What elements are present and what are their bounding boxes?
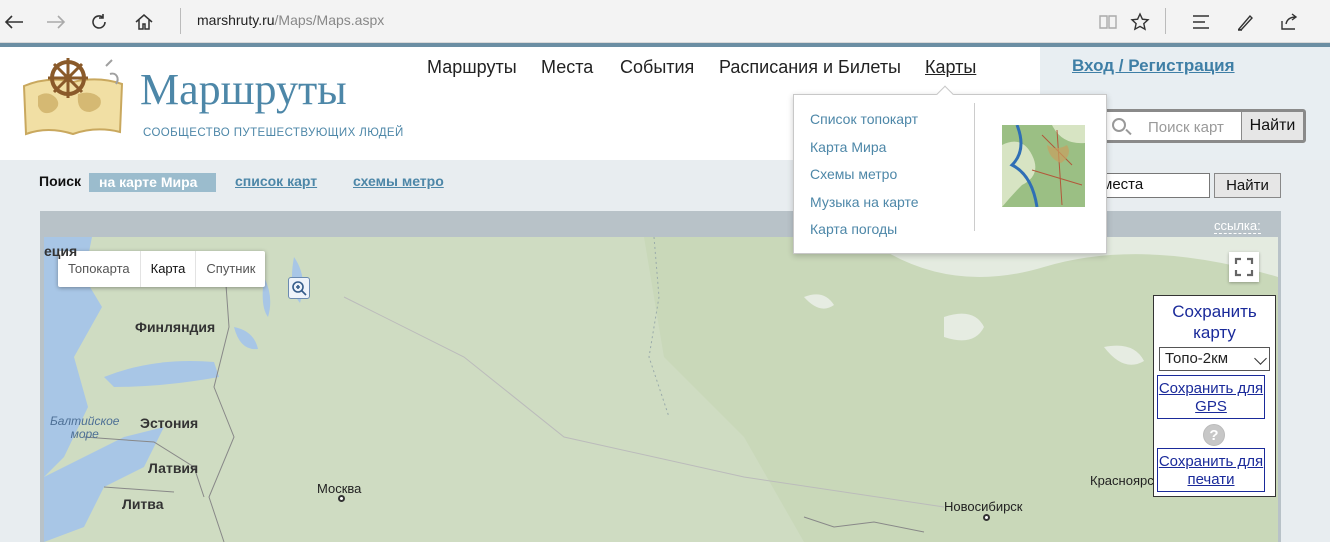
logo-text[interactable]: Маршруты [140,64,347,115]
map-layer-select[interactable]: Топо-2км [1159,347,1270,371]
map-link[interactable]: ссылка: [1214,218,1261,234]
fullscreen-icon[interactable] [1229,252,1259,282]
zoom-area-icon[interactable] [288,277,310,299]
baltic-sea-line-2: море [70,427,99,441]
map-label-novosibirsk: Новосибирск [944,499,1023,514]
toolbar-divider [180,8,181,34]
novosibirsk-city-marker [983,514,990,521]
dropdown-divider [974,103,975,231]
menu-item-places[interactable]: Места [541,57,593,78]
map-type-switcher: Топокарта Карта Спутник [58,251,266,287]
map-label-moscow: Москва [317,481,362,496]
moscow-city-marker [338,495,345,502]
address-bar[interactable]: marshruty.ru/Maps/Maps.aspx [197,12,384,28]
logo-subtitle: СООБЩЕСТВО ПУТЕШЕСТВУЮЩИХ ЛЮДЕЙ [143,127,404,139]
place-search-input[interactable]: места [1097,173,1210,198]
map-label-baltic-sea: Балтийское море [50,415,119,441]
dropdown-item-world-map[interactable]: Карта Мира [810,139,886,155]
topo-map-thumbnail[interactable] [1002,125,1085,207]
chevron-down-icon [1254,352,1267,365]
map-label-estonia: Эстония [140,415,199,431]
back-arrow-icon[interactable] [0,8,28,36]
search-icon [1112,118,1126,132]
map-label-sweden: еция [44,243,78,259]
menu-item-schedules[interactable]: Расписания и Билеты [719,57,901,78]
dropdown-item-metro[interactable]: Схемы метро [810,166,897,182]
url-host: marshruty.ru [197,12,275,28]
share-icon[interactable] [1275,8,1303,36]
menu-item-routes[interactable]: Маршруты [427,57,517,78]
dropdown-item-weather-map[interactable]: Карта погоды [810,221,897,237]
logo-helm-map-icon[interactable] [18,56,128,140]
map-label-lithuania: Литва [122,496,164,512]
map-layer-select-value: Топо-2км [1165,350,1229,367]
save-gps-button[interactable]: Сохранить для GPS [1157,375,1265,419]
menu-item-events[interactable]: События [620,57,694,78]
dropdown-item-music-map[interactable]: Музыка на карте [810,194,919,210]
place-search-button[interactable]: Найти [1214,173,1281,198]
map-type-map[interactable]: Карта [141,251,197,287]
tab-world-map[interactable]: на карте Мира [89,173,216,192]
browser-toolbar: marshruty.ru/Maps/Maps.aspx [0,0,1330,43]
map-label-finland: Финляндия [135,319,216,335]
favorite-star-icon[interactable] [1126,8,1154,36]
login-register-link[interactable]: Вход / Регистрация [1072,56,1235,76]
hub-icon[interactable] [1187,8,1215,36]
menu-item-maps[interactable]: Карты [925,57,976,78]
search-input[interactable]: Поиск карт [1148,119,1224,136]
help-icon[interactable]: ? [1203,424,1225,446]
web-note-icon[interactable] [1231,8,1259,36]
tab-metro-schemes[interactable]: схемы метро [353,173,444,189]
url-path: /Maps/Maps.aspx [274,12,385,28]
dropdown-item-topo-list[interactable]: Список топокарт [810,111,918,127]
map-label-krasnoyarsk: Красноярс [1090,473,1154,488]
toolbar-divider [1165,8,1166,34]
map-type-satellite[interactable]: Спутник [196,251,265,287]
save-print-button[interactable]: Сохранить для печати [1157,448,1265,492]
map-search-box: Поиск карт Найти [1095,109,1306,143]
refresh-icon[interactable] [85,8,113,36]
map-label-latvia: Латвия [148,460,199,476]
tab-map-list[interactable]: список карт [235,173,317,189]
save-map-title: Сохранить карту [1172,302,1257,342]
search-label: Поиск [39,173,82,189]
home-icon[interactable] [130,8,158,36]
forward-arrow-icon[interactable] [42,8,70,36]
search-button[interactable]: Найти [1241,112,1303,140]
reading-view-icon[interactable] [1094,8,1122,36]
